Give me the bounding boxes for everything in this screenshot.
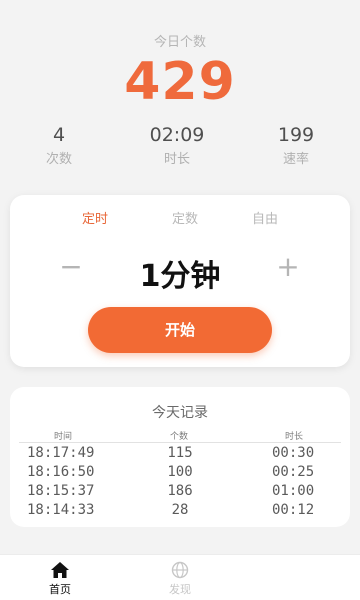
metric-duration: 02:09 时长 <box>122 124 232 167</box>
metric-value: 02:09 <box>149 124 205 146</box>
header-time: 时间 <box>53 432 72 442</box>
header-duration: 时长 <box>284 432 303 442</box>
globe-icon <box>171 561 189 579</box>
cell-duration: 01:00 <box>272 483 315 499</box>
metric-label: 时长 <box>163 152 190 167</box>
records-card: 今天记录 时间 个数 时长 18:17:49 115 00:30 18:16:5… <box>10 387 350 527</box>
metric-label: 速率 <box>282 152 309 167</box>
tab-timed[interactable]: 定时 <box>60 208 130 227</box>
cell-duration: 00:25 <box>272 464 315 480</box>
table-row: 18:14:33 28 00:12 <box>19 502 341 521</box>
home-icon <box>51 562 69 578</box>
today-count-value: 429 <box>124 52 236 112</box>
start-button[interactable]: 开始 <box>88 307 272 353</box>
tab-free[interactable]: 自由 <box>230 208 300 227</box>
tab-home[interactable]: 首页 <box>25 561 95 597</box>
bottom-tab-bar: 首页 发现 <box>0 554 360 600</box>
stats-panel: 今日个数 429 4 次数 02:09 时长 199 速率 <box>0 0 360 190</box>
cell-duration: 00:12 <box>272 502 315 518</box>
cell-time: 18:17:49 <box>27 445 95 461</box>
cell-time: 18:16:50 <box>27 464 95 480</box>
cell-count: 186 <box>167 483 193 499</box>
tab-count[interactable]: 定数 <box>150 208 220 227</box>
increase-button[interactable]: + <box>273 253 303 283</box>
header-count: 个数 <box>169 432 188 442</box>
metric-value: 4 <box>52 124 66 146</box>
cell-duration: 00:30 <box>272 445 315 461</box>
timer-card: 定时 定数 自由 − 1分钟 + 开始 <box>10 195 350 367</box>
cell-count: 100 <box>167 464 193 480</box>
today-count-label: 今日个数 <box>153 35 206 50</box>
tab-home-label: 首页 <box>49 583 71 596</box>
table-row: 18:17:49 115 00:30 <box>19 445 341 464</box>
cell-count: 115 <box>167 445 193 461</box>
table-row: 18:15:37 186 01:00 <box>19 483 341 502</box>
tab-discover[interactable]: 发现 <box>145 561 215 597</box>
table-row: 18:16:50 100 00:25 <box>19 464 341 483</box>
cell-time: 18:14:33 <box>27 502 95 518</box>
cell-time: 18:15:37 <box>27 483 95 499</box>
records-title: 今天记录 <box>152 405 208 421</box>
tab-discover-label: 发现 <box>169 583 191 596</box>
cell-count: 28 <box>171 502 189 518</box>
metric-rate: 199 速率 <box>241 124 351 167</box>
metric-value: 199 <box>277 124 315 146</box>
metric-sessions: 4 次数 <box>4 124 114 167</box>
metric-label: 次数 <box>45 152 72 167</box>
records-header: 时间 个数 时长 <box>19 429 341 443</box>
